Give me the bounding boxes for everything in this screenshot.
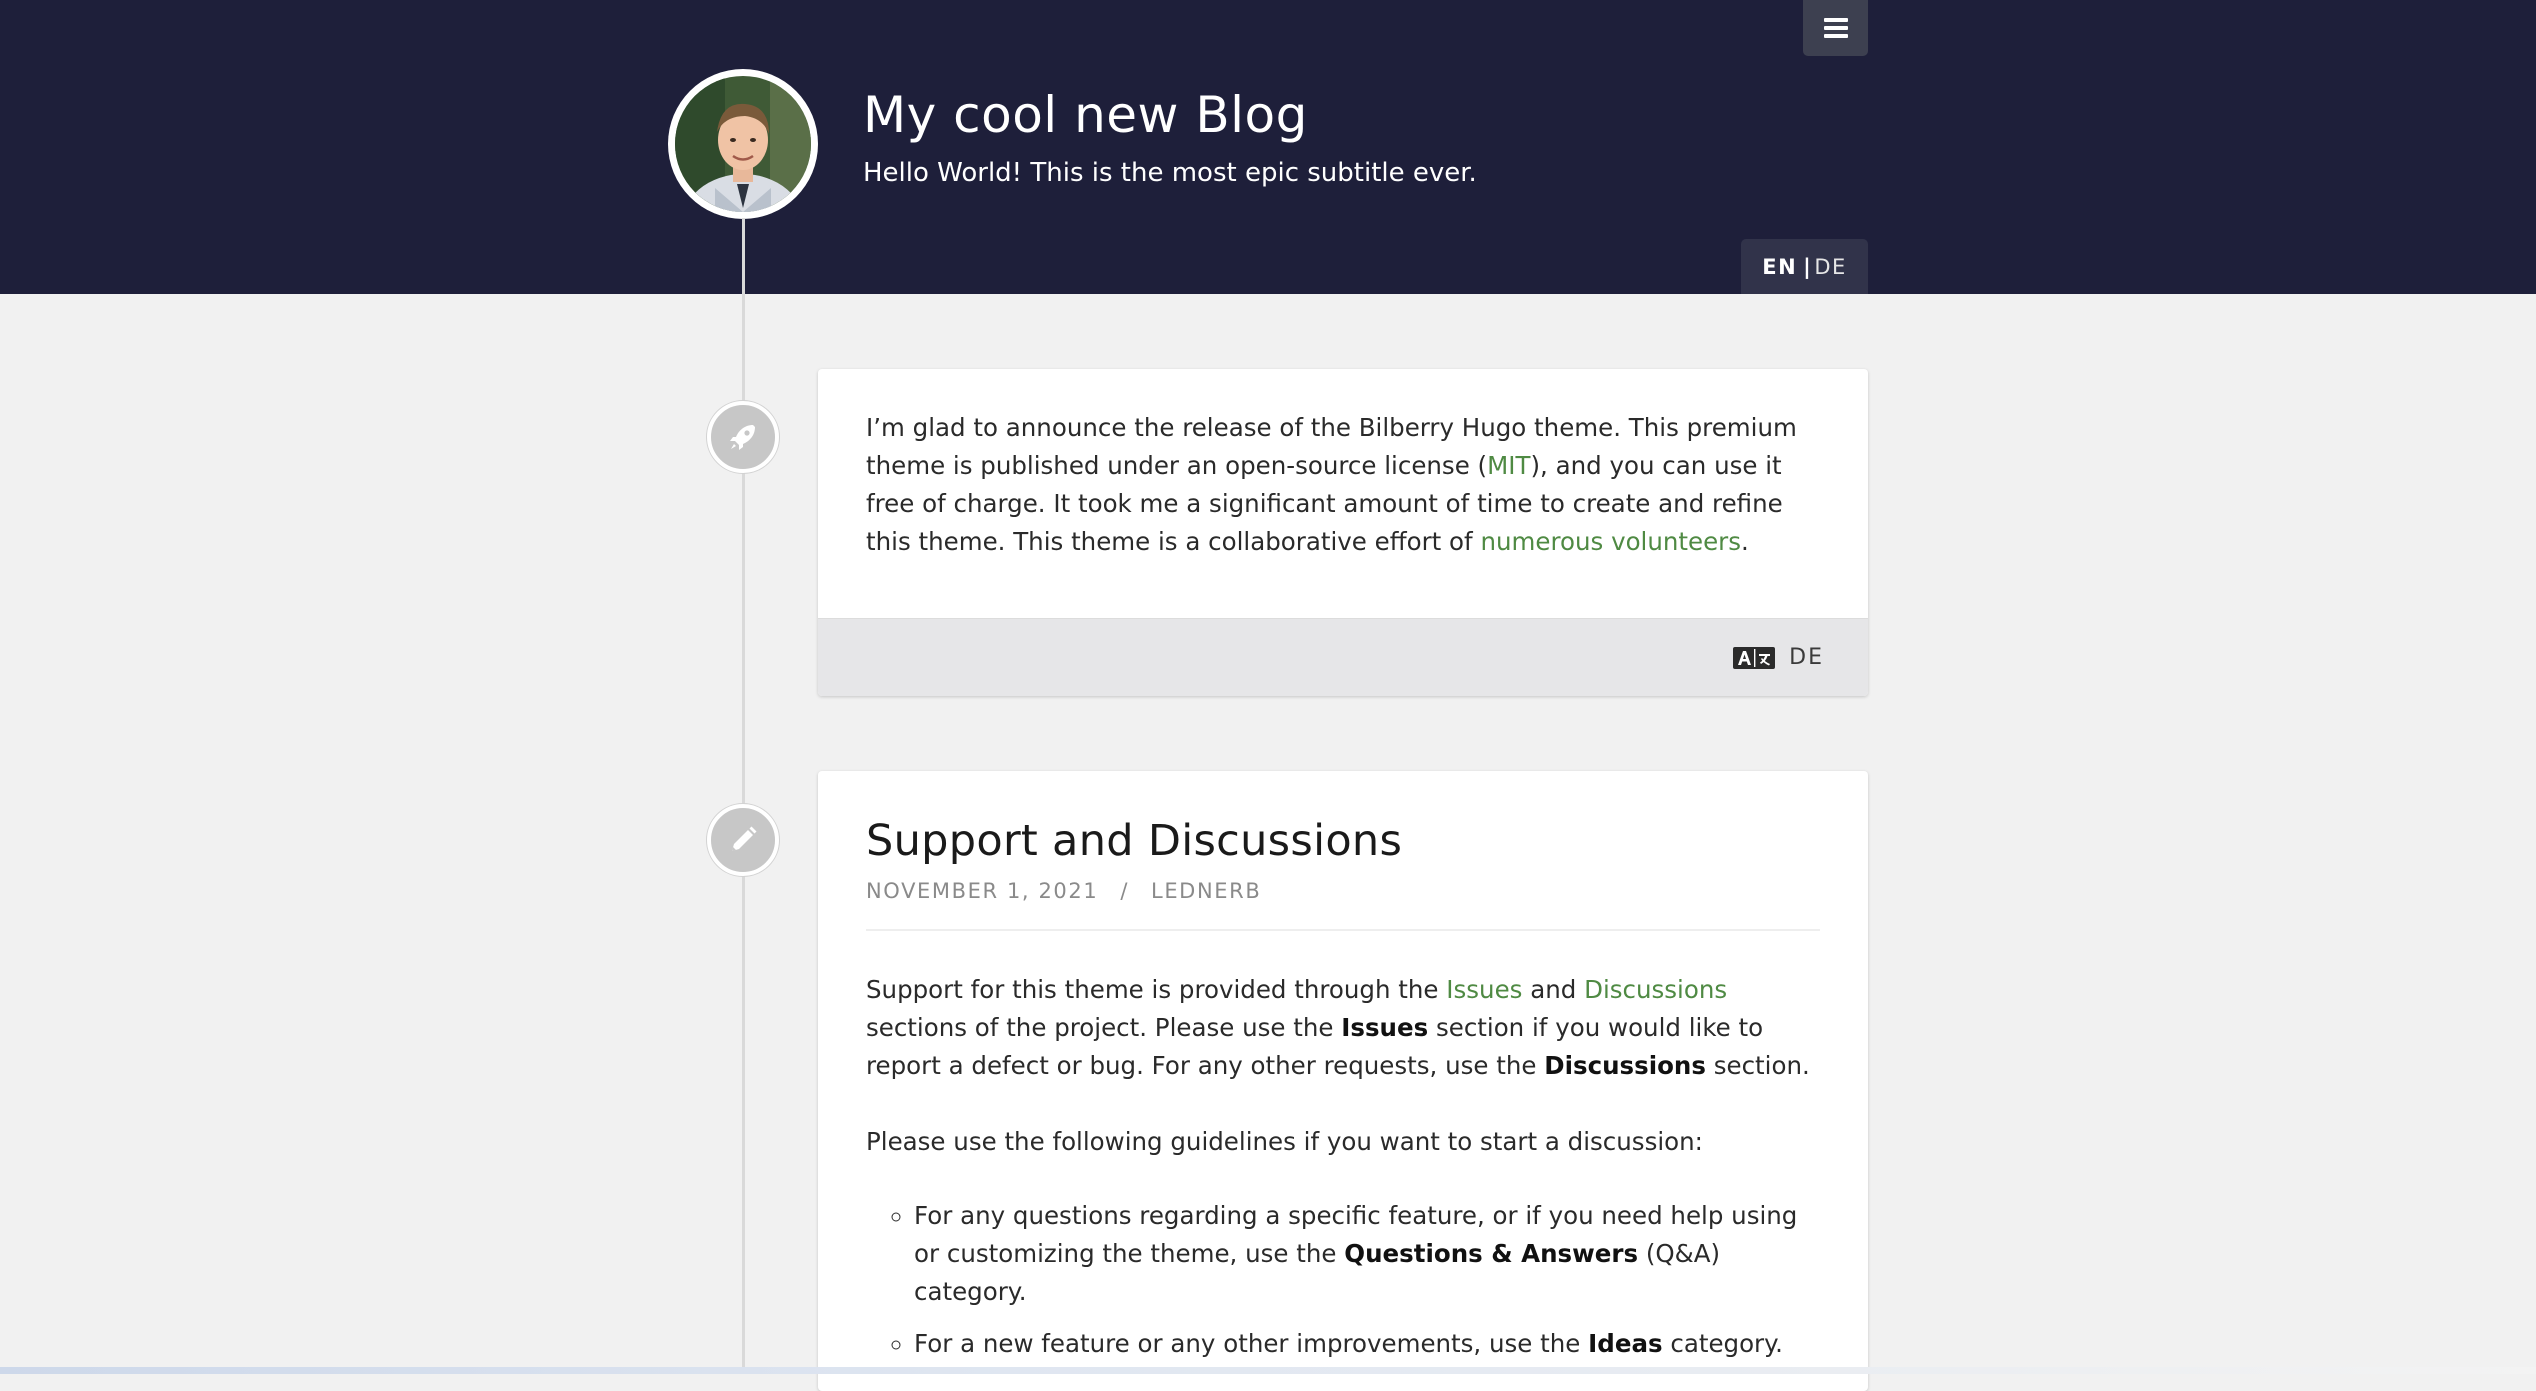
- article-paragraph: Please use the following guidelines if y…: [866, 1127, 1703, 1156]
- text-part: and: [1522, 975, 1585, 1004]
- language-link-de[interactable]: DE: [1814, 255, 1846, 279]
- status-text-part: .: [1741, 527, 1749, 556]
- language-current: EN: [1762, 254, 1798, 279]
- rocket-icon: [730, 425, 755, 450]
- translation-link[interactable]: DE: [1733, 645, 1824, 670]
- site-header: My cool new Blog Hello World! This is th…: [0, 0, 2536, 294]
- issues-link[interactable]: Issues: [1446, 975, 1522, 1004]
- pencil-icon: [732, 826, 757, 851]
- volunteers-link[interactable]: numerous volunteers: [1480, 527, 1741, 556]
- menu-button[interactable]: [1803, 0, 1868, 56]
- avatar[interactable]: [668, 69, 818, 219]
- text-part: section.: [1705, 1051, 1810, 1080]
- article-paragraph: Support for this theme is provided throu…: [866, 971, 1820, 1085]
- site-title[interactable]: My cool new Blog: [863, 86, 1308, 144]
- site-subtitle: Hello World! This is the most epic subti…: [863, 158, 1477, 188]
- timeline-line: [742, 218, 745, 1374]
- language-switcher: EN | DE: [1741, 239, 1868, 294]
- text-part: sections of the project. Please use the: [866, 1013, 1342, 1042]
- timeline-marker-status: [707, 401, 779, 473]
- text-part: Support for this theme is provided throu…: [866, 975, 1447, 1004]
- guidelines-list: For any questions regarding a specific f…: [866, 1197, 1820, 1363]
- status-post-footer: DE: [818, 618, 1868, 696]
- timeline-marker-article: [707, 804, 779, 876]
- discussions-link[interactable]: Discussions: [1584, 975, 1727, 1004]
- list-item: For a new feature or any other improveme…: [914, 1325, 1820, 1363]
- translation-language: DE: [1789, 645, 1824, 670]
- article-content: Support for this theme is provided throu…: [818, 931, 1868, 1363]
- list-item: For any questions regarding a specific f…: [914, 1197, 1820, 1311]
- translate-icon: [1733, 646, 1776, 669]
- article-date: NOVEMBER 1, 2021: [866, 879, 1099, 903]
- language-separator: |: [1803, 254, 1813, 279]
- text-part: category.: [1662, 1329, 1783, 1358]
- author-photo: [675, 76, 811, 212]
- hamburger-menu-icon: [1823, 18, 1848, 38]
- article-meta: NOVEMBER 1, 2021 / LEDNERB: [818, 879, 1868, 903]
- status-post-text: I’m glad to announce the release of the …: [866, 409, 1820, 561]
- bold-ideas: Ideas: [1588, 1329, 1663, 1358]
- bold-qa: Questions & Answers: [1344, 1239, 1639, 1268]
- mit-license-link[interactable]: MIT: [1487, 451, 1530, 480]
- article-title[interactable]: Support and Discussions: [818, 771, 1868, 867]
- bottom-scroll-bar: [0, 1367, 2536, 1374]
- meta-separator: /: [1120, 879, 1130, 903]
- bold-issues: Issues: [1341, 1013, 1429, 1042]
- status-post-body: I’m glad to announce the release of the …: [818, 369, 1868, 561]
- bold-discussions: Discussions: [1544, 1051, 1706, 1080]
- status-post-card: I’m glad to announce the release of the …: [818, 369, 1868, 696]
- article-author[interactable]: LEDNERB: [1151, 879, 1261, 903]
- text-part: For a new feature or any other improveme…: [914, 1329, 1589, 1358]
- article-card: Support and Discussions NOVEMBER 1, 2021…: [818, 771, 1868, 1391]
